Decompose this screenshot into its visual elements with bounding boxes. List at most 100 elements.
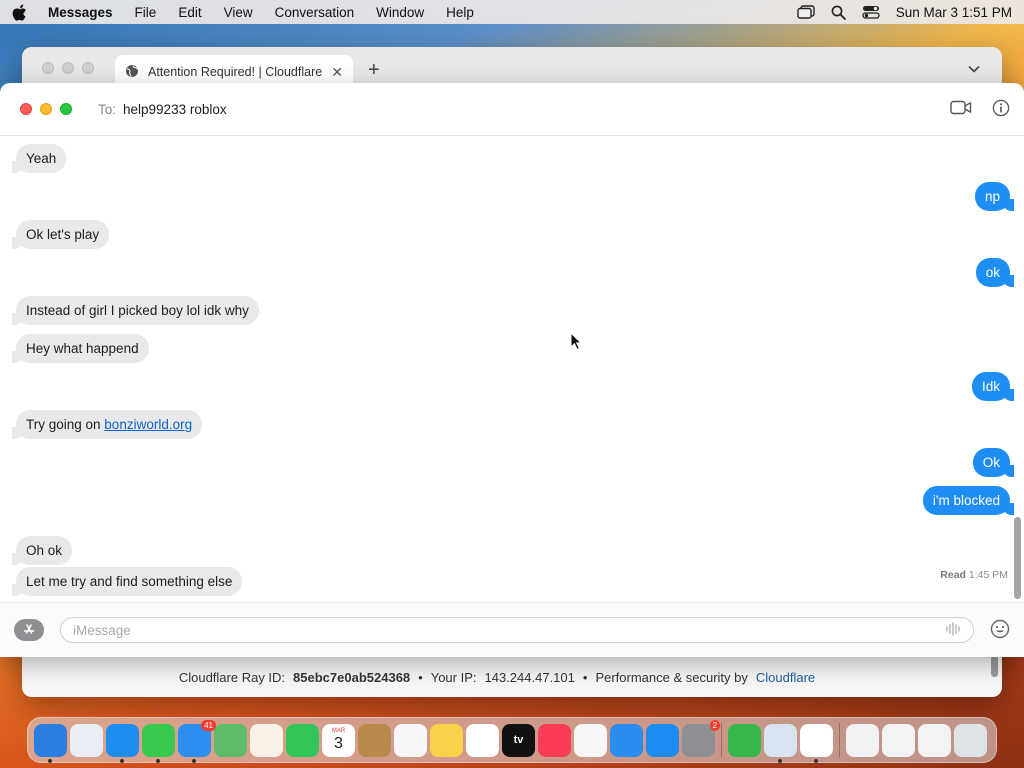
dock: 41 MAR 3 tv 2 [27,717,997,763]
ray-id-value: 85ebc7e0ab524368 [293,669,411,685]
menu-file[interactable]: File [135,5,157,20]
running-indicator [156,758,160,763]
message-bubble-outgoing[interactable]: Ok [972,448,1015,477]
stage-manager-icon[interactable] [796,5,815,19]
new-tab-icon[interactable]: + [368,59,380,82]
running-indicator [778,758,782,763]
conversation-header: To: help99233 roblox [0,83,1024,136]
message-bubble-outgoing[interactable]: np [974,182,1015,211]
message-bubble-outgoing[interactable]: i'm blocked [922,486,1015,515]
audio-message-icon[interactable] [945,621,961,639]
close-window-button[interactable] [20,103,32,115]
window-controls [20,103,72,115]
info-icon[interactable] [992,99,1010,120]
menu-clock[interactable]: Sun Mar 3 1:51 PM [896,5,1012,20]
dock-preview-icon[interactable] [764,723,797,763]
running-indicator [192,758,196,763]
dock-music-icon[interactable] [538,723,571,757]
ip-value: 143.244.47.101 [484,669,575,685]
running-indicator [120,758,124,763]
dock-label: tv [513,734,524,746]
message-bubble-incoming[interactable]: Instead of girl I picked boy lol idk why [12,296,259,325]
menu-window[interactable]: Window [376,5,424,20]
dock-document-icon[interactable] [846,723,879,757]
dock-facetime-icon[interactable] [286,723,319,757]
minimize-window-button[interactable] [40,103,52,115]
dock-freeform-icon[interactable] [466,723,499,757]
tab-search-chevron-icon[interactable] [968,61,980,76]
dock-contacts-icon[interactable] [358,723,391,757]
message-bubble-outgoing[interactable]: Idk [971,372,1015,401]
calendar-day: 3 [334,735,343,752]
menu-help[interactable]: Help [446,5,474,20]
spotlight-search-icon[interactable] [831,5,846,20]
dock-find-my-icon[interactable] [728,723,761,757]
dock-system-settings-icon[interactable]: 2 [682,719,720,757]
browser-minimize-light[interactable] [62,62,74,74]
menu-conversation[interactable]: Conversation [275,5,355,20]
footer-bullet-1: • [418,669,423,685]
menu-edit[interactable]: Edit [178,5,201,20]
dock-messages-icon[interactable] [142,723,175,763]
menu-bar: Messages File Edit View Conversation Win… [0,0,1024,24]
globe-icon [125,64,139,81]
dock-separator [839,723,840,757]
recipient-name[interactable]: help99233 roblox [123,102,227,117]
browser-scrollbar[interactable] [991,655,998,677]
cloudflare-footer: Cloudflare Ray ID: 85ebc7e0ab524368 • Yo… [22,657,1002,697]
imessage-input[interactable] [73,622,945,638]
message-bubble-incoming[interactable]: Hey what happend [12,334,149,363]
close-tab-icon[interactable]: ✕ [331,64,343,81]
dock-separator [721,723,722,757]
control-center-icon[interactable] [862,5,880,19]
messages-window: To: help99233 roblox Yeah np Ok let's pl… [0,83,1024,657]
dock-launchpad-icon[interactable] [70,723,103,757]
calendar-month: MAR [331,728,346,734]
dock-keynote-icon[interactable] [610,723,643,757]
dock-news-icon[interactable] [574,723,607,757]
conversation-scrollbar[interactable] [1014,517,1021,599]
message-bubble-incoming[interactable]: Oh ok [11,536,73,565]
message-bubble-incoming[interactable]: Ok let's play [11,220,110,249]
imessage-field[interactable] [60,617,974,643]
cloudflare-link[interactable]: Cloudflare [756,670,815,685]
message-bubble-outgoing[interactable]: ok [975,258,1015,287]
dock-apple-tv-icon[interactable]: tv [502,723,535,757]
dock-safari-icon[interactable] [106,723,139,763]
dock-reminders-icon[interactable] [394,723,427,757]
read-receipt: Read 1:45 PM [940,569,1008,581]
dock-finder-icon[interactable] [34,723,67,763]
menu-view[interactable]: View [224,5,253,20]
dock-screenshot-folder-2-icon[interactable] [918,723,951,757]
menu-app-name[interactable]: Messages [48,5,113,20]
running-indicator [48,758,52,763]
dock-app-store-icon[interactable] [646,723,679,757]
dock-photos-icon[interactable] [250,723,283,757]
apple-menu-icon[interactable] [12,4,28,21]
message-bubble-incoming[interactable]: Try going on bonziworld.org [11,410,203,439]
dock-screenshot-folder-icon[interactable] [882,723,915,757]
to-label: To: [98,101,117,117]
dock-trash-icon[interactable] [954,723,987,757]
browser-maximize-light[interactable] [82,62,94,74]
notification-badge: 2 [709,719,720,731]
dock-mail-icon[interactable]: 41 [178,719,216,763]
ip-label: Your IP: [430,669,477,685]
footer-bullet-2: • [582,669,588,685]
emoji-icon[interactable] [990,619,1010,642]
dock-chrome-icon[interactable] [800,723,833,763]
read-time: 1:45 PM [968,569,1008,581]
message-bubble-incoming[interactable]: Yeah [11,144,67,173]
maximize-window-button[interactable] [60,103,72,115]
dock-calendar-icon[interactable]: MAR 3 [322,723,355,757]
message-bubble-incoming[interactable]: Let me try and find something else [11,567,243,596]
conversation-transcript[interactable]: Yeah np Ok let's play ok Instead of girl… [0,137,1024,602]
video-camera-icon[interactable] [950,100,972,118]
browser-close-light[interactable] [42,62,54,74]
browser-tab-title: Attention Required! | Cloudflare [148,65,323,79]
performance-label: Performance & security by [595,669,748,685]
bonziworld-link[interactable]: bonziworld.org [104,417,192,432]
dock-notes-icon[interactable] [430,723,463,757]
app-store-apps-button[interactable] [14,619,44,641]
dock-maps-icon[interactable] [214,723,247,757]
